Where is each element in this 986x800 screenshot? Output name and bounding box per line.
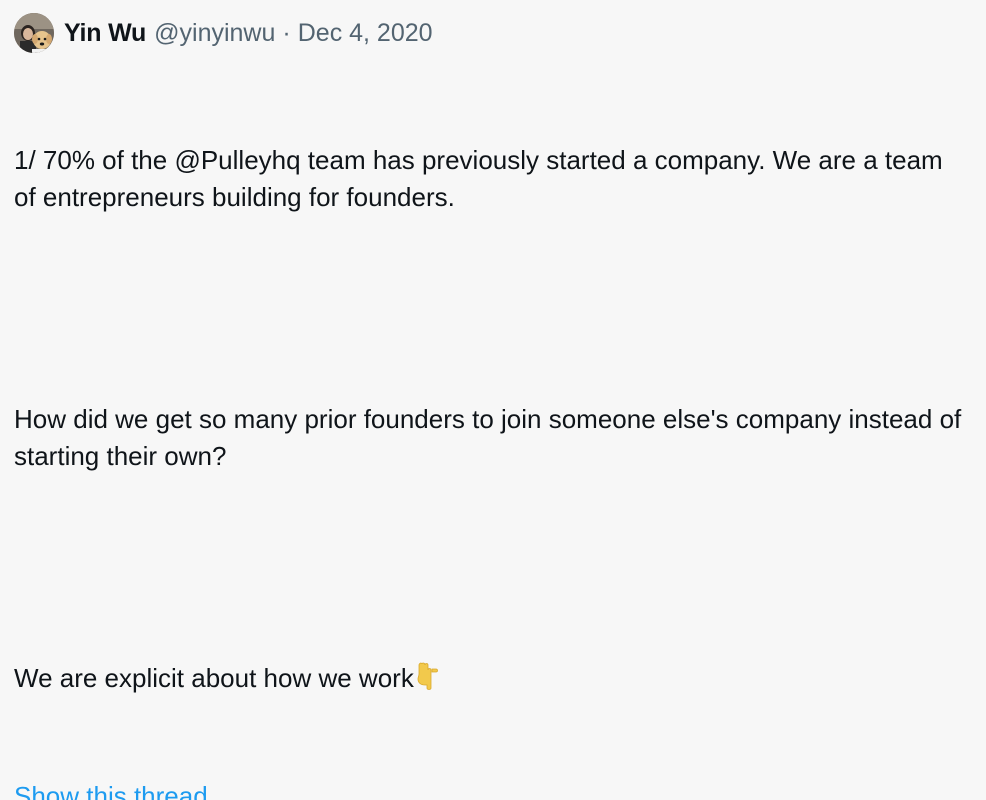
- tweet-header: Yin Wu @yinyinwu · Dec 4, 2020: [14, 12, 970, 54]
- author-name[interactable]: Yin Wu: [64, 19, 146, 48]
- separator-dot: ·: [282, 18, 291, 47]
- tweet-paragraph: 1/ 70% of the @Pulleyhq team has previou…: [14, 145, 950, 212]
- tweet-text: 1/ 70% of the @Pulleyhq team has previou…: [14, 68, 970, 775]
- tweet-paragraph-last: We are explicit about how we work: [14, 660, 970, 701]
- tweet-paragraph-text: We are explicit about how we work: [14, 663, 414, 693]
- tweet[interactable]: Yin Wu @yinyinwu · Dec 4, 2020 1/ 70% of…: [0, 0, 986, 800]
- tweet-date[interactable]: Dec 4, 2020: [298, 19, 433, 48]
- author-handle[interactable]: @yinyinwu: [154, 19, 275, 48]
- show-thread-link[interactable]: Show this thread: [14, 781, 208, 800]
- pointing-down-icon: [416, 661, 440, 701]
- tweet-paragraph: How did we get so many prior founders to…: [14, 404, 969, 471]
- avatar[interactable]: [14, 13, 54, 53]
